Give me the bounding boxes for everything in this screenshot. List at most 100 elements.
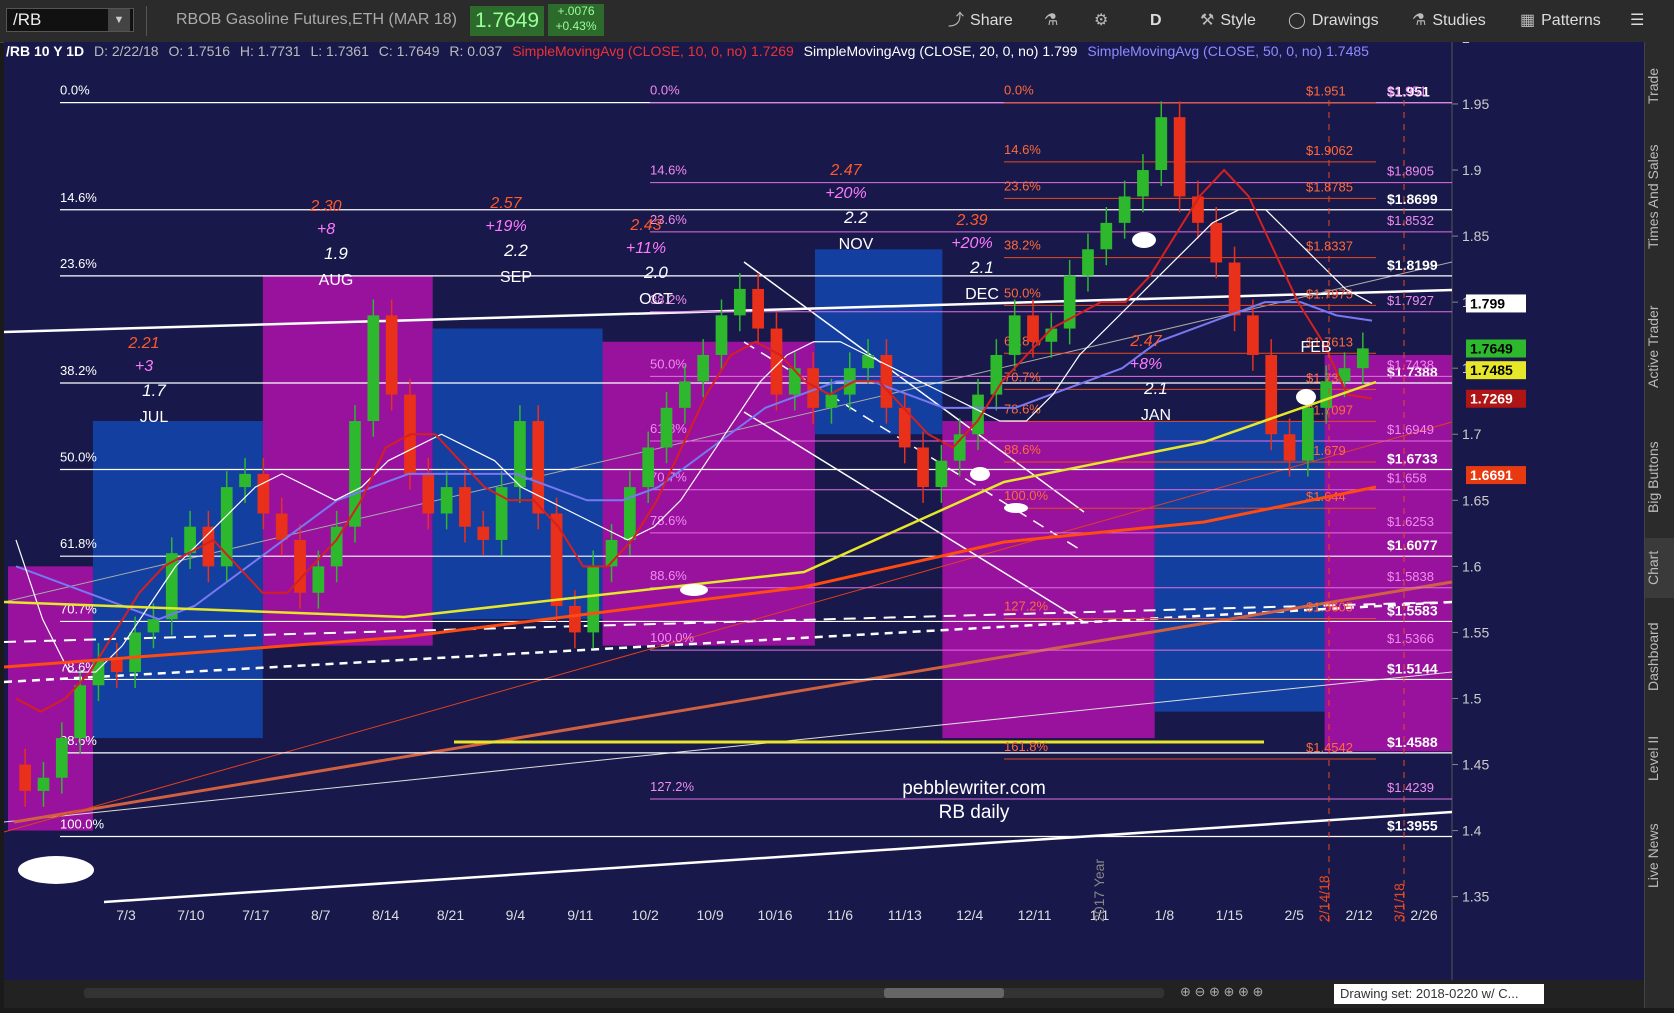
candle-body — [459, 487, 471, 527]
candle-body — [1118, 196, 1131, 223]
seasonal-pct: +20% — [951, 235, 992, 252]
fib-mid-label: 50.0% — [650, 356, 687, 371]
fib-mid-label: 14.6% — [650, 163, 687, 178]
seasonal-month: NOV — [839, 236, 874, 253]
flask-button[interactable]: ⚗ — [1044, 9, 1064, 33]
watermark-site: pebblewriter.com — [902, 778, 1046, 799]
tab-live-news[interactable]: Live News — [1645, 806, 1674, 906]
tab-active-trader[interactable]: Active Trader — [1645, 282, 1674, 412]
style-label: Style — [1220, 12, 1256, 29]
seasonal-avg: 2.1 — [1143, 379, 1168, 398]
marker-ellipse — [1132, 232, 1156, 248]
candle-body — [678, 381, 691, 408]
y-tick-label: 1.55 — [1462, 624, 1489, 640]
tab-dashboard[interactable]: Dashboard — [1645, 602, 1674, 712]
candle-body — [1356, 348, 1369, 369]
drawing-set-selector[interactable]: Drawing set: 2018-0220 w/ C... — [1334, 984, 1544, 1004]
fib-mid-price: $1.4239 — [1387, 780, 1434, 795]
candle-body — [1247, 315, 1259, 355]
symbol-dropdown-icon[interactable]: ▼ — [108, 9, 130, 31]
year-marker: 2017 Year — [1091, 859, 1107, 922]
drawings-button[interactable]: ◯ Drawings — [1288, 9, 1379, 33]
candle-body — [1210, 222, 1223, 263]
price-chart[interactable]: 1.351.41.451.51.551.61.651.71.751.81.851… — [3, 30, 1644, 1008]
candle-body — [697, 354, 710, 382]
candle-body — [239, 473, 251, 488]
tab-times-and-sales[interactable]: Times And Sales — [1645, 122, 1674, 272]
seasonal-top: 2.43 — [629, 217, 661, 234]
seasonal-pct: +8% — [1130, 356, 1162, 373]
candle-body — [917, 447, 929, 488]
fib-price-label: $1.8699 — [1387, 191, 1438, 207]
patterns-label: Patterns — [1541, 12, 1601, 29]
candle-body — [1008, 315, 1021, 355]
tab-chart[interactable]: Chart — [1645, 538, 1674, 598]
watermark-caption: RB daily — [939, 802, 1010, 823]
candle-body — [312, 566, 325, 593]
style-button[interactable]: ⚒ Style — [1200, 9, 1256, 33]
fib-price-label: $1.5583 — [1387, 602, 1438, 618]
candle-body — [440, 487, 453, 514]
seasonal-top: 2.39 — [955, 212, 987, 229]
candle-body — [110, 658, 123, 673]
chart-area[interactable]: 1.351.41.451.51.551.61.651.71.751.81.851… — [3, 30, 1644, 1008]
fib-level-label: 14.6% — [60, 190, 97, 205]
tab-level-ii[interactable]: Level II — [1645, 718, 1674, 798]
studies-button[interactable]: ⚗ Studies — [1412, 9, 1486, 33]
info-sma10-value: 1.7269 — [750, 43, 794, 59]
share-button[interactable]: ⤴ Share — [948, 9, 1013, 33]
menu-icon[interactable]: ☰ — [1630, 9, 1644, 33]
seasonal-avg: 1.9 — [324, 244, 348, 263]
date-marker-label: 3/1/18 — [1391, 883, 1407, 922]
tab-trade[interactable]: Trade — [1645, 56, 1674, 116]
candle-body — [147, 619, 160, 633]
x-tick-label: 10/9 — [696, 907, 723, 923]
candle-body — [624, 487, 636, 540]
fib-mid-price: $1.6253 — [1387, 514, 1434, 529]
fib-level-label: 61.8% — [60, 536, 97, 551]
fib-price-label: $1.6733 — [1387, 451, 1438, 467]
x-tick-label: 10/2 — [632, 907, 659, 923]
x-tick-label: 2/12 — [1345, 907, 1372, 923]
style-icon: ⚒ — [1200, 12, 1215, 29]
fib-red-price: $1.951 — [1306, 84, 1346, 99]
seasonal-month: JAN — [1141, 407, 1171, 424]
y-tick-label: 1.9 — [1462, 162, 1482, 178]
candle-body — [642, 447, 655, 488]
seasonal-top: 2.47 — [1129, 333, 1162, 350]
candle-body — [862, 354, 874, 369]
zoom-controls[interactable]: ⊕ ⊖ ⊕ ⊕ ⊕ ⊕ — [1180, 984, 1263, 1000]
seasonal-month: OCT — [639, 291, 673, 308]
x-tick-label: 9/4 — [506, 907, 526, 923]
scrollbar-thumb[interactable] — [884, 988, 1004, 998]
settings-button[interactable]: ⚙ — [1094, 9, 1114, 33]
right-sidebar: Trade Times And Sales Active Trader Big … — [1644, 42, 1674, 1008]
y-tick-label: 1.5 — [1462, 690, 1482, 706]
fib-mid-price: $1.8532 — [1387, 213, 1434, 228]
y-tick-label: 1.85 — [1462, 228, 1489, 244]
toolbar: /RB ▼ RBOB Gasoline Futures,ETH (MAR 18)… — [0, 0, 1674, 43]
tab-big-buttons[interactable]: Big Buttons — [1645, 422, 1674, 532]
price-label: 1.799 — [1470, 295, 1505, 311]
patterns-button[interactable]: ▦ Patterns — [1520, 9, 1601, 33]
price-change: +.0076 +0.43% — [548, 4, 604, 36]
change-percent: +0.43% — [555, 19, 597, 33]
seasonal-avg: 2.0 — [643, 263, 668, 282]
seasonal-avg: 1.7 — [142, 381, 166, 400]
candle-body — [1137, 170, 1149, 197]
candle-body — [1155, 117, 1168, 171]
fib-red-label: 50.0% — [1004, 285, 1041, 300]
fib-level-label: 50.0% — [60, 450, 97, 465]
marker-ellipse — [970, 467, 990, 481]
period-button[interactable]: D — [1150, 9, 1162, 33]
fib-red-label: 14.6% — [1004, 142, 1041, 157]
fib-red-label: 78.6% — [1004, 401, 1041, 416]
fib-red-label: 100.0% — [1004, 488, 1049, 503]
candle-body — [990, 354, 1003, 395]
x-tick-label: 1/8 — [1155, 907, 1175, 923]
fib-red-label: 161.8% — [1004, 739, 1049, 754]
seasonal-month: AUG — [319, 272, 354, 289]
info-date: D: 2/22/18 — [93, 43, 159, 59]
candle-body — [788, 368, 801, 395]
info-sma20: SimpleMovingAvg (CLOSE, 20, 0, no) — [803, 43, 1039, 59]
